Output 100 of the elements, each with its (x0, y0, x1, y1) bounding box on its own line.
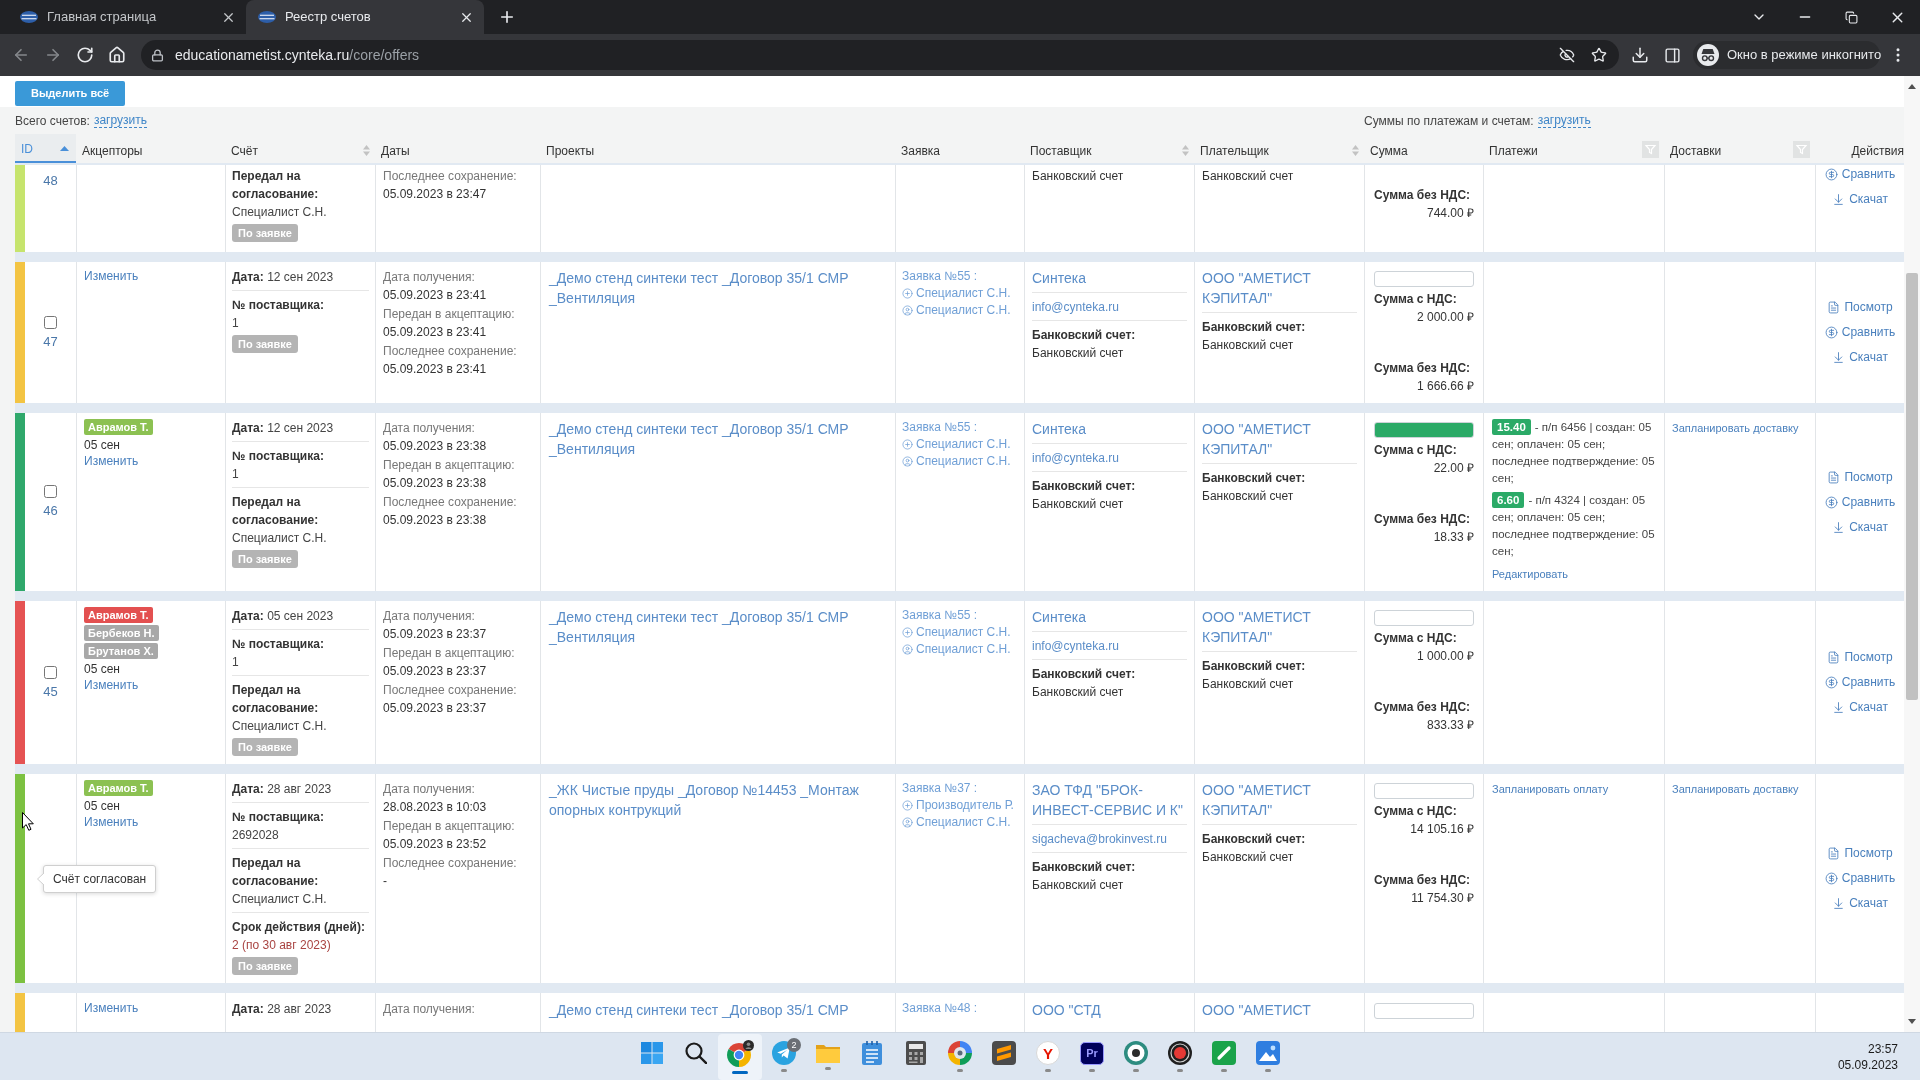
load-link[interactable]: загрузить (93, 113, 147, 128)
payer-link[interactable]: ООО "АМЕТИСТ КЭПИТАЛ" (1202, 780, 1357, 820)
payments-link[interactable]: Запланировать оплату (1492, 780, 1609, 798)
view-link[interactable]: Посмотр (1827, 468, 1893, 486)
row-checkbox[interactable] (44, 485, 57, 498)
payments-link[interactable]: Редактировать (1492, 565, 1568, 583)
person-link[interactable]: Специалист С.Н. (916, 436, 1011, 453)
invoice-id-link[interactable]: 47 (43, 333, 58, 350)
person-link[interactable]: Производитель Р. (916, 797, 1014, 814)
bookmark-star-icon[interactable] (1591, 47, 1607, 63)
compare-link[interactable]: Сравнить (1824, 493, 1896, 511)
calculator-icon[interactable] (906, 1041, 926, 1065)
incognito-indicator[interactable]: Окно в режиме инкогнито (1693, 41, 1880, 69)
delivery-link[interactable]: Запланировать доставку (1672, 419, 1799, 437)
column-header[interactable]: Платежи (1489, 144, 1538, 158)
load-link[interactable]: загрузить (1537, 113, 1591, 128)
pinwheel-icon[interactable] (948, 1041, 972, 1065)
sort-ascending-icon[interactable] (60, 146, 69, 151)
person-link[interactable]: Специалист С.Н. (916, 814, 1011, 831)
payer-link[interactable]: ООО "АМЕТИСТ КЭПИТАЛ" (1202, 419, 1357, 459)
compare-link[interactable]: Сравнить (1824, 166, 1896, 183)
supplier-link[interactable]: ЗАО ТФД "БРОК-ИНВЕСТ-СЕРВИС И К" (1032, 780, 1187, 820)
project-link[interactable]: _Демо стенд синтеки тест _Договор 35/1 СМР _Вентиляция (549, 268, 887, 308)
scrollbar-thumb[interactable] (1906, 273, 1918, 700)
row-checkbox[interactable] (44, 315, 57, 329)
picture-icon[interactable] (1256, 1041, 1280, 1065)
scrollbar[interactable] (1904, 76, 1920, 1032)
eye-off-icon[interactable] (1559, 47, 1575, 63)
home-icon[interactable] (108, 46, 126, 64)
download-link[interactable]: Скачат (1832, 699, 1888, 716)
delivery-link[interactable]: Запланировать доставку (1672, 780, 1799, 798)
download-link[interactable]: Скачат (1832, 895, 1888, 912)
column-header[interactable]: Доставки (1670, 144, 1722, 158)
compare-link[interactable]: Сравнить (1824, 674, 1896, 691)
column-header[interactable]: ID (21, 142, 33, 156)
column-header[interactable]: Плательщик (1200, 144, 1269, 158)
download-icon[interactable] (1631, 46, 1649, 64)
ring-icon[interactable] (1124, 1041, 1148, 1065)
compare-link[interactable]: Сравнить (1824, 870, 1896, 887)
scroll-down-icon[interactable] (1908, 1019, 1916, 1024)
person-link[interactable]: Специалист С.Н. (916, 302, 1011, 319)
view-link[interactable]: Посмотр (1827, 845, 1893, 862)
request-link[interactable]: Заявка №48 : (902, 1000, 978, 1017)
notepad-icon[interactable] (862, 1041, 882, 1065)
view-link[interactable]: Посмотр (1827, 299, 1893, 316)
edit-link[interactable]: Изменить (84, 1000, 139, 1016)
app-logo[interactable]: Pr (1080, 1041, 1104, 1065)
download-link[interactable]: Скачат (1832, 518, 1888, 536)
request-link[interactable]: Заявка №37 : (902, 780, 978, 797)
edit-link[interactable]: Изменить (84, 268, 139, 284)
view-link[interactable]: Посмотр (1827, 649, 1893, 666)
person-link[interactable]: Специалист С.Н. (916, 624, 1011, 641)
address-field[interactable]: educationametist.cynteka.ru/core/offers (141, 40, 1619, 70)
invoice-id-link[interactable]: 48 (43, 173, 58, 189)
browser-tab[interactable]: Реестр счетов (246, 0, 484, 34)
record-icon[interactable] (1168, 1041, 1192, 1065)
person-link[interactable]: Специалист С.Н. (916, 641, 1011, 658)
person-link[interactable]: Специалист С.Н. (916, 285, 1011, 302)
supplier-link[interactable]: Синтека (1032, 419, 1086, 439)
email-link[interactable]: info@cynteka.ru (1032, 298, 1119, 316)
restore-icon[interactable] (1844, 10, 1858, 24)
compare-link[interactable]: Сравнить (1824, 324, 1896, 341)
invoice-id-link[interactable]: 46 (43, 503, 58, 519)
email-link[interactable]: sigacheva@brokinvest.ru (1032, 830, 1167, 848)
project-link[interactable]: _Демо стенд синтеки тест _Договор 35/1 СМР _Вентиляция (549, 419, 887, 459)
project-link[interactable]: _Демо стенд синтеки тест _Договор 35/1 СМР (549, 1000, 849, 1020)
browser-tab[interactable]: Главная страница (8, 0, 246, 34)
side-panel-icon[interactable] (1663, 46, 1681, 64)
column-header[interactable]: Поставщик (1030, 144, 1092, 158)
scroll-up-icon[interactable] (1908, 84, 1916, 89)
supplier-link[interactable]: ООО "СТД (1032, 1000, 1101, 1020)
email-link[interactable]: info@cynteka.ru (1032, 637, 1119, 655)
tricolor-circle-icon[interactable] (726, 1039, 754, 1067)
edit-link[interactable]: Изменить (84, 677, 139, 693)
payer-link[interactable]: ООО "АМЕТИСТ КЭПИТАЛ" (1202, 607, 1357, 647)
edit-link[interactable]: Изменить (84, 453, 139, 469)
supplier-link[interactable]: Синтека (1032, 607, 1086, 627)
download-link[interactable]: Скачат (1832, 191, 1888, 208)
request-link[interactable]: Заявка №55 : (902, 419, 978, 436)
reload-icon[interactable] (76, 46, 94, 64)
supplier-link[interactable]: Синтека (1032, 268, 1086, 288)
payer-link[interactable]: ООО "АМЕТИСТ КЭПИТАЛ" (1202, 268, 1357, 308)
row-checkbox[interactable] (44, 665, 57, 679)
payer-link[interactable]: ООО "АМЕТИСТ (1202, 1000, 1311, 1020)
email-link[interactable]: info@cynteka.ru (1032, 449, 1119, 467)
request-link[interactable]: Заявка №55 : (902, 268, 978, 285)
invoice-id-link[interactable]: 45 (43, 683, 58, 700)
app-logo[interactable]: Y (1036, 1041, 1060, 1065)
column-header[interactable]: Счёт (231, 144, 258, 158)
person-link[interactable]: Специалист С.Н. (916, 453, 1011, 470)
search-icon[interactable] (685, 1042, 707, 1064)
project-link[interactable]: _Демо стенд синтеки тест _Договор 35/1 СМР _Вентиляция (549, 607, 887, 647)
select-all-button[interactable]: Выделить всё (15, 80, 126, 106)
striped-tile-icon[interactable] (992, 1041, 1016, 1065)
edit-link[interactable]: Изменить (84, 814, 139, 830)
download-link[interactable]: Скачат (1832, 349, 1888, 366)
request-link[interactable]: Заявка №55 : (902, 607, 978, 624)
slash-tile-icon[interactable] (1212, 1041, 1236, 1065)
project-link[interactable]: _ЖК Чистые пруды _Договор №14453 _Монтаж опорных контрукций (549, 780, 887, 820)
new-tab-icon[interactable] (498, 8, 516, 26)
